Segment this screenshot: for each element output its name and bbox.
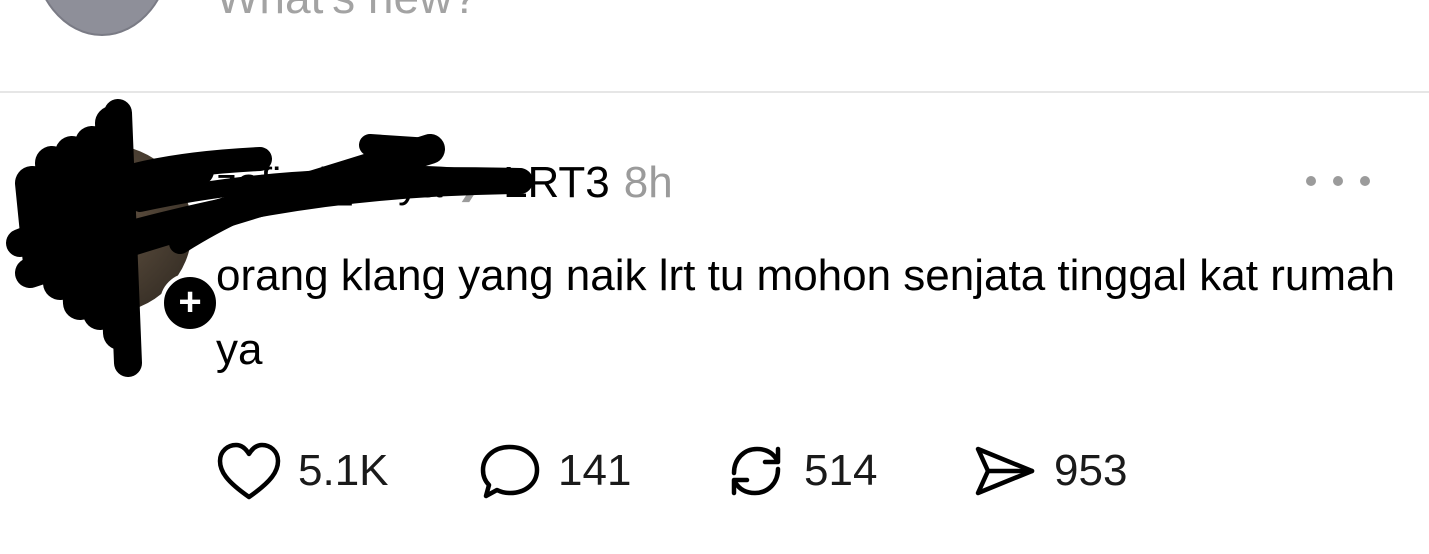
post-time: 8h: [623, 158, 673, 207]
repost-count: 514: [804, 446, 878, 495]
reply-button[interactable]: 141: [478, 441, 631, 501]
composer-avatar: [32, 0, 172, 36]
chevron-right-icon: ❯: [456, 164, 485, 202]
more-dot: [1360, 176, 1370, 186]
more-dots-icon[interactable]: [1306, 167, 1370, 195]
community-name[interactable]: LRT3: [503, 158, 610, 208]
reply-count: 141: [558, 446, 632, 495]
share-count: 953: [1054, 446, 1128, 495]
more-dot: [1306, 176, 1316, 186]
author-avatar-wrap[interactable]: +: [24, 145, 220, 333]
post: + zafirul_haya ❯ LRT3 8h orang klang yan…: [0, 93, 1429, 554]
composer[interactable]: What's new?: [0, 0, 1429, 92]
post-text: orang klang yang naik lrt tu mohon senja…: [216, 251, 1395, 374]
like-button[interactable]: 5.1K: [216, 441, 389, 501]
send-icon: [975, 446, 1035, 496]
heart-icon: [217, 442, 281, 500]
author-username[interactable]: zafirul_haya: [216, 159, 442, 207]
composer-input[interactable]: What's new?: [216, 0, 478, 24]
like-count: 5.1K: [298, 446, 389, 495]
more-dot: [1333, 176, 1343, 186]
repost-button[interactable]: 514: [724, 441, 877, 501]
repost-icon: [731, 446, 781, 496]
comment-icon: [480, 444, 540, 499]
share-button[interactable]: 953: [972, 441, 1127, 501]
post-header: zafirul_haya ❯ LRT3 8h: [216, 155, 673, 211]
follow-plus-icon[interactable]: +: [160, 273, 220, 333]
